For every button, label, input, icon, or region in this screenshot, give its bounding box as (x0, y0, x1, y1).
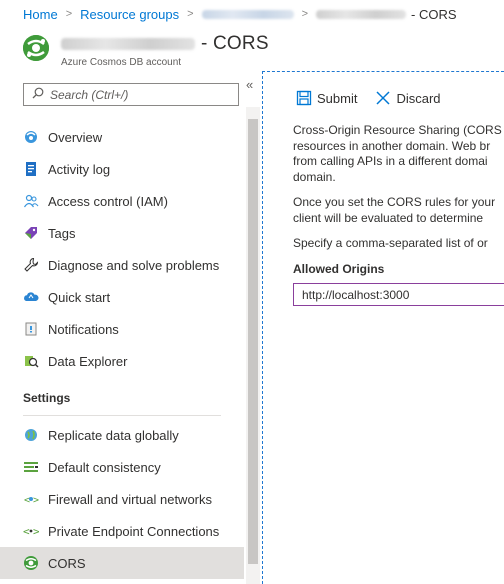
sidebar-item-default-consistency[interactable]: Default consistency (0, 451, 244, 483)
sidebar-item-cors[interactable]: CORS (0, 547, 244, 579)
cors-description: Cross-Origin Resource Sharing (CORS reso… (293, 123, 504, 306)
breadcrumb: Home > Resource groups > > - CORS (23, 6, 457, 22)
breadcrumb-resource-groups[interactable]: Resource groups (80, 7, 179, 22)
sidebar: « Overview Activity log Access control (… (0, 71, 262, 584)
sidebar-item-private-endpoint[interactable]: < > Private Endpoint Connections (0, 515, 244, 547)
sidebar-item-label: Notifications (48, 321, 119, 337)
discard-button[interactable]: Discard (375, 90, 441, 106)
sidebar-item-label: Activity log (48, 161, 111, 177)
sidebar-item-data-explorer[interactable]: Data Explorer (0, 345, 244, 377)
sidebar-item-label: Tags (48, 225, 76, 241)
endpoint-icon: < > (22, 522, 40, 540)
section-divider (23, 415, 221, 416)
cosmos-icon (22, 554, 40, 572)
sidebar-item-label: Data Explorer (48, 353, 128, 369)
allowed-origins-label: Allowed Origins (293, 261, 385, 276)
sidebar-item-label: Firewall and virtual networks (48, 491, 213, 507)
breadcrumb-resource-group-redacted[interactable] (201, 9, 294, 19)
cors-specify-paragraph: Specify a comma-separated list of or (293, 236, 488, 250)
wrench-icon (22, 256, 40, 274)
sidebar-item-label: Overview (48, 129, 103, 145)
search-box[interactable] (23, 83, 239, 106)
text-line: client will be evaluated to determine (293, 210, 484, 225)
globe-icon (22, 128, 40, 146)
text-line: resources in another domain. Web br (293, 138, 491, 153)
page-subtitle: Azure Cosmos DB account (61, 57, 182, 68)
breadcrumb-current: - CORS (411, 6, 457, 22)
page-title: - CORS (201, 33, 269, 54)
sidebar-item-activity-log[interactable]: Activity log (0, 153, 244, 185)
svg-text:<: < (24, 495, 30, 506)
text-line: domain. (293, 169, 336, 184)
data-explorer-icon (22, 352, 40, 370)
sidebar-item-label: Private Endpoint Connections (48, 523, 220, 539)
sidebar-section-settings: Settings (23, 391, 71, 405)
notification-icon (22, 320, 40, 338)
cors-intro-paragraph: Cross-Origin Resource Sharing (CORS reso… (293, 123, 504, 185)
sidebar-item-label: Default consistency (48, 459, 161, 475)
search-icon (32, 87, 44, 102)
people-icon (22, 192, 40, 210)
chevron-right-icon: > (301, 8, 308, 20)
sidebar-item-tags[interactable]: Tags (0, 217, 244, 249)
sidebar-item-replicate[interactable]: Replicate data globally (0, 419, 244, 451)
cosmos-db-logo-icon (23, 35, 49, 61)
sidebar-item-access-control[interactable]: Access control (IAM) (0, 185, 244, 217)
breadcrumb-account-redacted (316, 9, 406, 19)
sidebar-item-overview[interactable]: Overview (0, 121, 244, 153)
save-icon (296, 90, 312, 106)
svg-text:<: < (23, 525, 30, 538)
discard-label: Discard (396, 90, 441, 106)
sidebar-item-label: Quick start (48, 289, 111, 305)
command-bar: Submit Discard (296, 90, 459, 106)
text-line: Cross-Origin Resource Sharing (CORS (293, 123, 502, 137)
submit-label: Submit (317, 90, 358, 106)
submit-button[interactable]: Submit (296, 90, 357, 106)
sidebar-item-diagnose[interactable]: Diagnose and solve problems (0, 249, 244, 281)
sidebar-scrollbar-thumb[interactable] (248, 119, 258, 564)
sidebar-item-label: Access control (IAM) (48, 193, 168, 209)
page-header: - CORS Azure Cosmos DB account (23, 33, 269, 68)
sidebar-item-label: CORS (48, 555, 86, 571)
cloud-icon (22, 288, 40, 306)
allowed-origins-input[interactable] (293, 283, 504, 306)
svg-text:>: > (33, 525, 39, 538)
close-icon (375, 90, 391, 106)
text-line: Once you set the CORS rules for your (293, 195, 496, 209)
main-content: Submit Discard Cross-Origin Resource Sha… (263, 72, 504, 584)
sidebar-item-firewall[interactable]: < > Firewall and virtual networks (0, 483, 244, 515)
tag-icon (22, 224, 40, 242)
sidebar-menu: Overview Activity log Access control (IA… (0, 121, 244, 579)
cors-rules-paragraph: Once you set the CORS rules for your cli… (293, 195, 504, 226)
firewall-icon: < > (22, 490, 40, 508)
sidebar-item-label: Diagnose and solve problems (48, 257, 220, 273)
sidebar-item-label: Replicate data globally (48, 427, 179, 443)
svg-text:>: > (33, 495, 39, 506)
chevron-right-icon: > (187, 8, 194, 20)
text-line: from calling APIs in a different domai (293, 154, 488, 168)
breadcrumb-home[interactable]: Home (23, 7, 58, 22)
sidebar-item-notifications[interactable]: Notifications (0, 313, 244, 345)
collapse-sidebar-button[interactable]: « (246, 77, 253, 92)
activity-log-icon (22, 160, 40, 178)
search-input[interactable] (50, 87, 230, 102)
chevron-right-icon: > (65, 8, 73, 20)
globe-replicate-icon (22, 426, 40, 444)
consistency-icon (22, 458, 40, 476)
account-name-redacted (61, 38, 195, 50)
sidebar-item-quick-start[interactable]: Quick start (0, 281, 244, 313)
